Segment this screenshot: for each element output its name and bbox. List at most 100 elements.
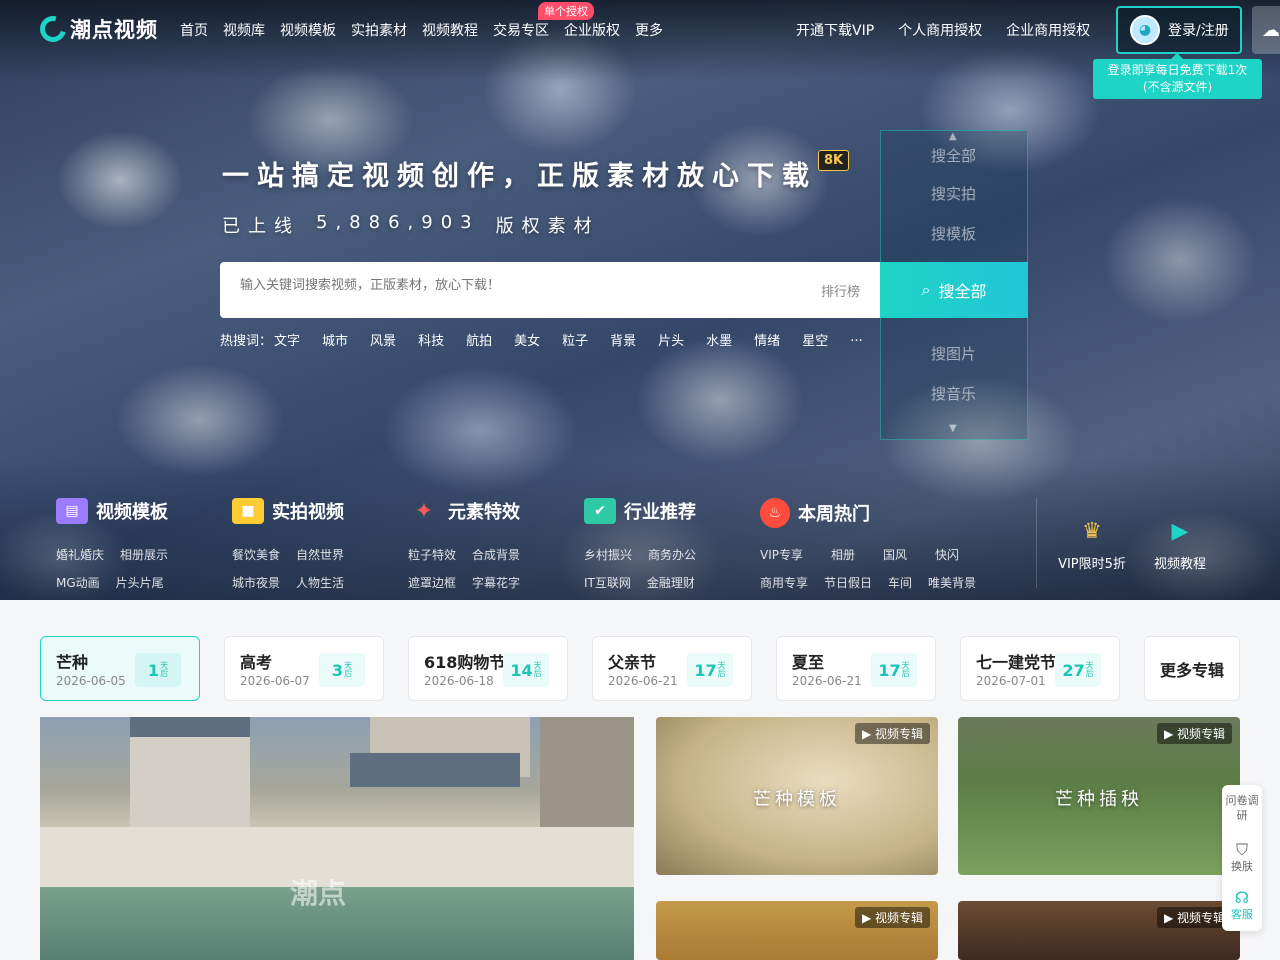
album-tile[interactable]: ▶ 视频专辑 <box>958 901 1240 960</box>
category-link[interactable]: 唯美背景 <box>928 574 976 591</box>
category-link[interactable]: 遮罩边框 <box>408 574 456 591</box>
building <box>540 717 634 827</box>
nav-live-footage[interactable]: 实拍素材 <box>351 20 407 40</box>
watermark: 潮点 <box>290 877 347 910</box>
survey-button[interactable]: 问卷调研 <box>1222 785 1262 833</box>
hot-word[interactable]: 水墨 <box>706 330 732 349</box>
category-link[interactable]: 乡村振兴 <box>584 546 632 563</box>
hot-word[interactable]: 情绪 <box>754 330 780 349</box>
skin-button[interactable]: ⛉ 换肤 <box>1222 833 1262 881</box>
category-link[interactable]: 人物生活 <box>296 574 344 591</box>
video-tutorial-link[interactable]: ▶ 视频教程 <box>1140 515 1220 573</box>
divider <box>1036 498 1037 588</box>
search-button[interactable]: ⌕ 搜全部 <box>880 262 1028 318</box>
category-link[interactable]: VIP专享 <box>760 546 803 563</box>
topic-card[interactable]: 芒种 2026-06-05 1 天后 <box>40 636 200 701</box>
nav-video-templates[interactable]: 视频模板 <box>280 20 336 40</box>
topic-card[interactable]: 高考 2026-06-07 3 天后 <box>224 636 384 701</box>
album-tile[interactable]: ▶ 视频专辑 芒种插秧 <box>958 717 1240 875</box>
category-link[interactable]: MG动画 <box>56 574 100 591</box>
category-link[interactable]: 自然世界 <box>296 546 344 563</box>
hot-word[interactable]: 美女 <box>514 330 540 349</box>
vip-discount-link[interactable]: ♛ VIP限时5折 <box>1052 515 1132 573</box>
hot-word[interactable]: 文字 <box>274 330 300 349</box>
category-link[interactable]: 相册展示 <box>120 546 168 563</box>
album-tag: ▶ 视频专辑 <box>854 907 930 928</box>
scroll-up-icon[interactable]: ▲ <box>949 131 957 142</box>
category-link[interactable]: 合成背景 <box>472 546 520 563</box>
ranking-link[interactable]: 排行榜 <box>821 281 860 300</box>
nav-video-library[interactable]: 视频库 <box>223 20 265 40</box>
scope-option-all[interactable]: 搜全部 <box>931 145 976 166</box>
album-tile[interactable]: ▶ 视频专辑 <box>656 901 938 960</box>
category-link[interactable]: 节日假日 <box>824 574 872 591</box>
category-link[interactable]: 相册 <box>831 546 855 563</box>
hot-word[interactable]: 科技 <box>418 330 444 349</box>
category-link[interactable]: IT互联网 <box>584 574 631 591</box>
topic-card[interactable]: 父亲节 2026-06-21 17 天后 <box>592 636 752 701</box>
hot-word-more[interactable]: ... <box>850 330 862 349</box>
topic-countdown: 14 天后 <box>503 653 549 687</box>
topic-card[interactable]: 七一建党节 2026-07-01 27 天后 <box>960 636 1120 701</box>
scope-option-music[interactable]: 搜音乐 <box>931 383 976 404</box>
category-industry[interactable]: ✔ 行业推荐 <box>584 498 696 524</box>
nav-enterprise-license[interactable]: 企业版权 <box>564 20 620 40</box>
category-link[interactable]: 城市夜景 <box>232 574 280 591</box>
category-video-templates[interactable]: ▤ 视频模板 <box>56 498 168 524</box>
nav-video-tutorials[interactable]: 视频教程 <box>422 20 478 40</box>
topic-name: 七一建党节 <box>976 653 1057 672</box>
scope-option-images[interactable]: 搜图片 <box>931 343 976 364</box>
logo-icon <box>35 11 71 47</box>
nav-enterprise-commercial[interactable]: 企业商用授权 <box>1006 20 1090 40</box>
category-link[interactable]: 金融理财 <box>647 574 695 591</box>
roof <box>130 717 250 737</box>
hot-word[interactable]: 粒子 <box>562 330 588 349</box>
category-link[interactable]: 婚礼婚庆 <box>56 546 104 563</box>
nav-more[interactable]: 更多 <box>635 20 663 40</box>
login-label: 登录/注册 <box>1168 23 1229 39</box>
scope-option-footage[interactable]: 搜实拍 <box>931 183 976 204</box>
more-topics-button[interactable]: 更多专辑 <box>1144 636 1240 701</box>
featured-video[interactable]: 潮点 <box>40 717 634 960</box>
topic-date: 2026-06-21 <box>608 674 678 688</box>
category-weekly-hot[interactable]: ♨ 本周热门 <box>760 498 870 528</box>
category-link[interactable]: 字幕花字 <box>472 574 520 591</box>
nav-personal-license[interactable]: 个人商用授权 <box>898 20 982 40</box>
scroll-down-icon[interactable]: ▼ <box>949 423 957 434</box>
topic-countdown: 3 天后 <box>319 653 365 687</box>
category-link[interactable]: 商用专享 <box>760 574 808 591</box>
topic-card[interactable]: 夏至 2026-06-21 17 天后 <box>776 636 936 701</box>
nav-home[interactable]: 首页 <box>180 20 208 40</box>
upload-cloud-icon[interactable]: ☁ <box>1252 6 1280 54</box>
hot-word[interactable]: 片头 <box>658 330 684 349</box>
avatar-icon: ◕ <box>1130 15 1160 45</box>
topic-countdown: 17 天后 <box>687 653 733 687</box>
hot-word[interactable]: 风景 <box>370 330 396 349</box>
search-button-label: 搜全部 <box>938 282 987 301</box>
nav-vip-download[interactable]: 开通下载VIP <box>796 20 874 40</box>
category-link[interactable]: 片头片尾 <box>116 574 164 591</box>
category-link[interactable]: 粒子特效 <box>408 546 456 563</box>
site-logo[interactable]: 潮点视频 <box>35 11 158 47</box>
hot-word[interactable]: 航拍 <box>466 330 492 349</box>
category-link[interactable]: 商务办公 <box>648 546 696 563</box>
hot-word[interactable]: 星空 <box>802 330 828 349</box>
category-link[interactable]: 国风 <box>883 546 907 563</box>
login-button[interactable]: ◕ 登录/注册 <box>1116 6 1242 54</box>
hot-word[interactable]: 背景 <box>610 330 636 349</box>
category-links: 乡村振兴 商务办公 <box>584 546 696 563</box>
hot-word[interactable]: 城市 <box>322 330 348 349</box>
category-link[interactable]: 快闪 <box>935 546 959 563</box>
scope-option-templates[interactable]: 搜模板 <box>931 223 976 244</box>
roof <box>350 753 520 787</box>
album-tile[interactable]: ▶ 视频专辑 芒种模板 <box>656 717 938 875</box>
category-link[interactable]: 车间 <box>888 574 912 591</box>
search-input[interactable] <box>240 278 800 293</box>
category-link[interactable]: 餐饮美食 <box>232 546 280 563</box>
template-icon: ▤ <box>56 498 88 524</box>
category-live-footage[interactable]: ■ 实拍视频 <box>232 498 344 524</box>
nav-trade-zone[interactable]: 交易专区 <box>493 20 549 40</box>
topic-card[interactable]: 618购物节 2026-06-18 14 天后 <box>408 636 568 701</box>
category-effects[interactable]: ✦ 元素特效 <box>408 498 520 524</box>
customer-service-button[interactable]: ☊ 客服 <box>1222 881 1262 929</box>
